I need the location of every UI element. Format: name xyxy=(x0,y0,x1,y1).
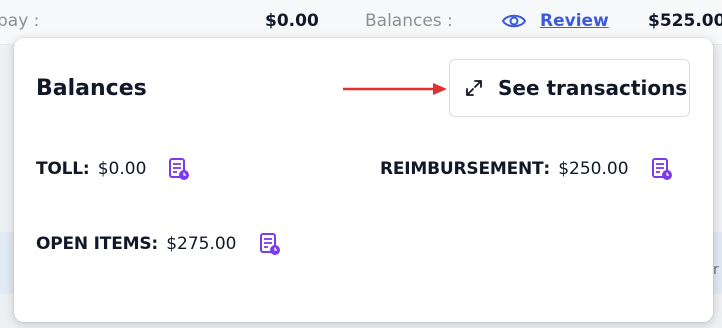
see-transactions-label: See transactions xyxy=(498,76,688,100)
balances-label: Balances : xyxy=(365,11,453,31)
balance-item-label: TOLL xyxy=(36,159,83,179)
balance-total-amount: $525.00 xyxy=(648,11,722,31)
balance-item-value: $275.00 xyxy=(166,234,237,254)
balance-item-open-items: OPEN ITEMS : $275.00 xyxy=(36,232,281,256)
balance-item-toll: TOLL : $0.00 xyxy=(36,157,190,181)
history-icon[interactable] xyxy=(168,157,190,181)
see-transactions-button[interactable]: See transactions xyxy=(449,59,690,117)
balance-item-label: OPEN ITEMS xyxy=(36,234,152,254)
balances-popover: Balances See transactions TOLL : $0.00 R… xyxy=(14,38,713,322)
eye-icon[interactable] xyxy=(501,11,527,31)
background-edge-text: r xyxy=(713,262,719,278)
history-icon[interactable] xyxy=(651,157,673,181)
balance-item-value: $250.00 xyxy=(558,159,629,179)
history-icon[interactable] xyxy=(259,232,281,256)
popover-title: Balances xyxy=(36,76,147,101)
balance-item-reimbursement: REIMBURSEMENT : $250.00 xyxy=(380,157,673,181)
annotation-arrow xyxy=(343,83,447,95)
balance-item-value: $0.00 xyxy=(97,159,147,179)
pay-label: pay : xyxy=(0,11,40,31)
expand-icon xyxy=(466,80,482,96)
review-link[interactable]: Review xyxy=(540,11,609,31)
balance-item-label: REIMBURSEMENT xyxy=(380,159,544,179)
pay-amount: $0.00 xyxy=(265,11,319,31)
